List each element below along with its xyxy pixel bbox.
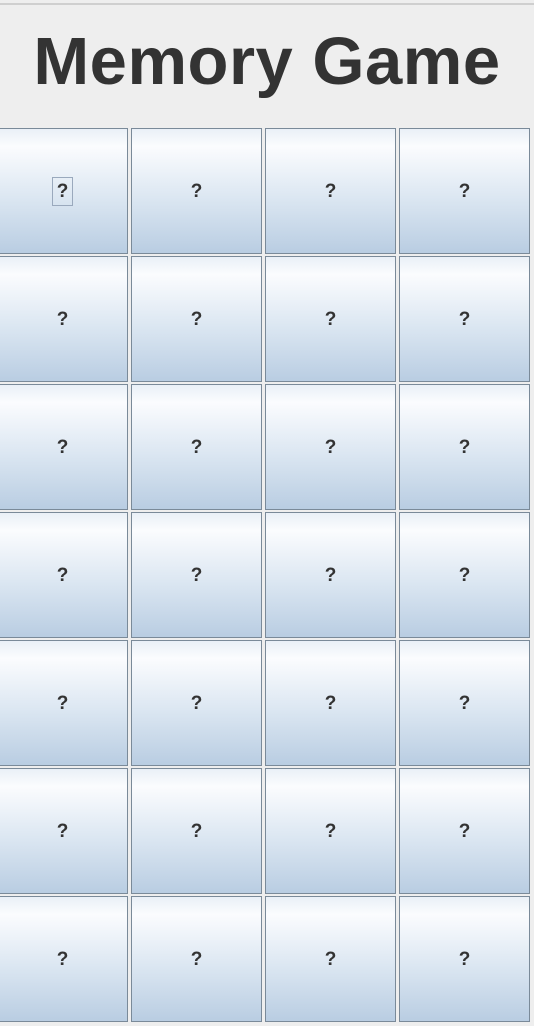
card-label: ? xyxy=(324,564,337,586)
card-label: ? xyxy=(458,180,471,202)
card-label: ? xyxy=(190,820,203,842)
card-label: ? xyxy=(190,564,203,586)
card-label: ? xyxy=(458,564,471,586)
card-button[interactable]: ? xyxy=(399,256,530,382)
card-button[interactable]: ? xyxy=(0,128,128,254)
page-title: Memory Game xyxy=(33,24,501,99)
card-button[interactable]: ? xyxy=(265,128,396,254)
card-label: ? xyxy=(458,820,471,842)
card-button[interactable]: ? xyxy=(131,640,262,766)
card-label: ? xyxy=(56,436,69,458)
card-label: ? xyxy=(458,436,471,458)
card-label: ? xyxy=(56,308,69,330)
card-button[interactable]: ? xyxy=(265,896,396,1022)
card-button[interactable]: ? xyxy=(131,896,262,1022)
header: Memory Game xyxy=(0,5,534,128)
card-button[interactable]: ? xyxy=(265,384,396,510)
card-button[interactable]: ? xyxy=(265,768,396,894)
card-button[interactable]: ? xyxy=(399,896,530,1022)
card-label: ? xyxy=(324,436,337,458)
card-label: ? xyxy=(56,564,69,586)
card-button[interactable]: ? xyxy=(399,640,530,766)
card-button[interactable]: ? xyxy=(399,512,530,638)
card-label: ? xyxy=(324,180,337,202)
card-button[interactable]: ? xyxy=(265,640,396,766)
card-button[interactable]: ? xyxy=(399,768,530,894)
card-button[interactable]: ? xyxy=(0,640,128,766)
card-label: ? xyxy=(324,692,337,714)
card-label: ? xyxy=(51,176,74,206)
card-button[interactable]: ? xyxy=(0,256,128,382)
card-button[interactable]: ? xyxy=(131,384,262,510)
card-label: ? xyxy=(56,692,69,714)
card-grid: ???????????????????????????? xyxy=(0,128,534,1024)
card-button[interactable]: ? xyxy=(131,256,262,382)
card-button[interactable]: ? xyxy=(399,384,530,510)
card-button[interactable]: ? xyxy=(131,128,262,254)
card-label: ? xyxy=(190,692,203,714)
card-label: ? xyxy=(458,308,471,330)
card-button[interactable]: ? xyxy=(131,768,262,894)
card-label: ? xyxy=(56,948,69,970)
card-label: ? xyxy=(458,948,471,970)
card-button[interactable]: ? xyxy=(0,512,128,638)
card-button[interactable]: ? xyxy=(265,256,396,382)
card-button[interactable]: ? xyxy=(131,512,262,638)
card-label: ? xyxy=(458,692,471,714)
card-button[interactable]: ? xyxy=(0,896,128,1022)
card-button[interactable]: ? xyxy=(0,384,128,510)
card-button[interactable]: ? xyxy=(265,512,396,638)
card-label: ? xyxy=(324,948,337,970)
card-label: ? xyxy=(56,820,69,842)
card-button[interactable]: ? xyxy=(399,128,530,254)
card-label: ? xyxy=(190,436,203,458)
card-label: ? xyxy=(190,308,203,330)
card-button[interactable]: ? xyxy=(0,768,128,894)
card-label: ? xyxy=(324,308,337,330)
card-label: ? xyxy=(190,180,203,202)
card-label: ? xyxy=(324,820,337,842)
card-label: ? xyxy=(190,948,203,970)
